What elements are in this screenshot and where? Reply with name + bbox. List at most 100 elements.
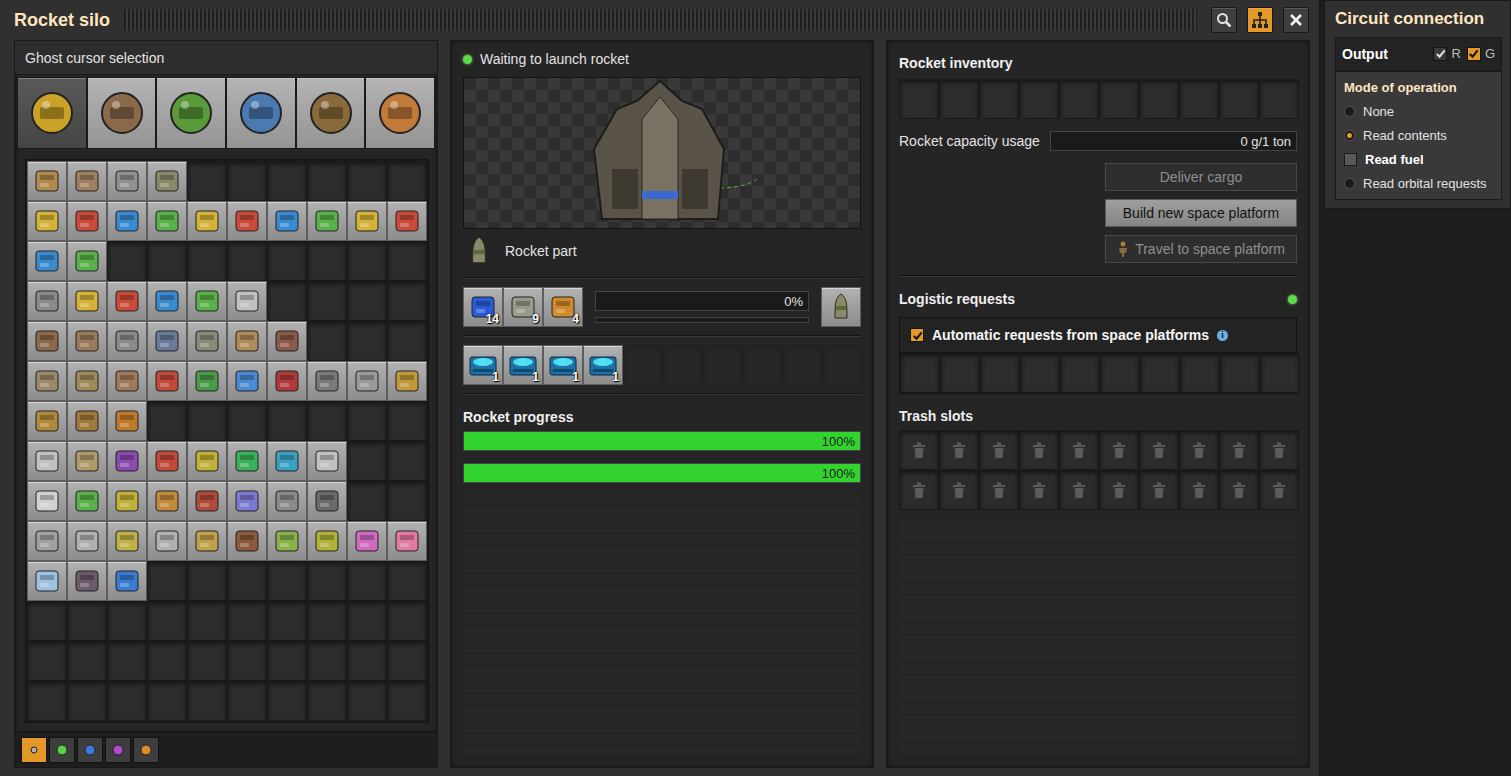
action-button[interactable]: Deliver cargo xyxy=(1105,163,1297,191)
close-button[interactable] xyxy=(1283,7,1309,33)
item-slot[interactable] xyxy=(187,161,227,201)
trash-slot[interactable] xyxy=(939,430,979,470)
mode-option[interactable]: Read orbital requests xyxy=(1344,171,1493,195)
item-slot[interactable] xyxy=(267,441,307,481)
inventory-slot[interactable] xyxy=(939,79,979,119)
mode-option[interactable]: Read contents xyxy=(1344,123,1493,147)
mode-option[interactable]: Read fuel xyxy=(1344,147,1493,171)
drag-handle[interactable] xyxy=(124,9,1197,31)
item-slot[interactable] xyxy=(227,521,267,561)
request-slot[interactable] xyxy=(1140,353,1180,393)
module-slot[interactable]: 1 xyxy=(543,345,583,385)
item-slot[interactable] xyxy=(67,201,107,241)
item-slot[interactable] xyxy=(347,641,387,681)
item-slot[interactable] xyxy=(27,321,67,361)
item-slot[interactable] xyxy=(187,241,227,281)
item-slot[interactable] xyxy=(107,561,147,601)
trash-slot[interactable] xyxy=(1019,430,1059,470)
quality-button[interactable] xyxy=(105,737,131,763)
item-slot[interactable] xyxy=(187,201,227,241)
module-slot[interactable]: 1 xyxy=(503,345,543,385)
item-slot[interactable] xyxy=(307,401,347,441)
item-slot[interactable] xyxy=(227,321,267,361)
request-slot[interactable] xyxy=(900,353,940,393)
item-slot[interactable] xyxy=(267,281,307,321)
item-slot[interactable] xyxy=(107,401,147,441)
item-slot[interactable] xyxy=(347,321,387,361)
item-slot[interactable] xyxy=(267,641,307,681)
trash-slot[interactable] xyxy=(1099,430,1139,470)
title-bar[interactable]: Rocket silo xyxy=(14,0,1309,40)
trash-slot[interactable] xyxy=(1219,470,1259,510)
request-slot[interactable] xyxy=(1060,353,1100,393)
item-slot[interactable] xyxy=(187,441,227,481)
module-slot[interactable] xyxy=(623,345,663,385)
ingredient-slot[interactable]: 14 xyxy=(463,287,503,327)
item-slot[interactable] xyxy=(387,161,427,201)
item-slot[interactable] xyxy=(67,241,107,281)
item-slot[interactable] xyxy=(27,161,67,201)
item-slot[interactable] xyxy=(307,361,347,401)
item-slot[interactable] xyxy=(387,481,427,521)
item-slot[interactable] xyxy=(27,361,67,401)
inventory-slot[interactable] xyxy=(979,79,1019,119)
item-slot[interactable] xyxy=(227,601,267,641)
item-slot[interactable] xyxy=(307,481,347,521)
trash-slot[interactable] xyxy=(939,470,979,510)
item-slot[interactable] xyxy=(67,321,107,361)
item-slot[interactable] xyxy=(27,201,67,241)
item-slot[interactable] xyxy=(267,601,307,641)
request-slot[interactable] xyxy=(1220,353,1260,393)
request-slot[interactable] xyxy=(980,353,1020,393)
item-slot[interactable] xyxy=(387,281,427,321)
category-tab[interactable] xyxy=(296,77,366,149)
module-slot[interactable] xyxy=(783,345,823,385)
item-slot[interactable] xyxy=(107,361,147,401)
mode-option[interactable]: None xyxy=(1344,99,1493,123)
item-slot[interactable] xyxy=(227,681,267,721)
wire-toggle[interactable]: R xyxy=(1433,46,1460,61)
item-slot[interactable] xyxy=(267,481,307,521)
inventory-slot[interactable] xyxy=(1059,79,1099,119)
item-slot[interactable] xyxy=(267,521,307,561)
action-button[interactable]: Travel to space platform xyxy=(1105,235,1297,263)
item-slot[interactable] xyxy=(27,241,67,281)
module-slot[interactable]: 1 xyxy=(583,345,623,385)
action-button[interactable]: Build new space platform xyxy=(1105,199,1297,227)
item-slot[interactable] xyxy=(67,161,107,201)
item-slot[interactable] xyxy=(67,361,107,401)
recipe-row[interactable]: Rocket part xyxy=(451,229,873,273)
item-slot[interactable] xyxy=(267,561,307,601)
item-slot[interactable] xyxy=(187,601,227,641)
item-slot[interactable] xyxy=(387,361,427,401)
auto-requests-checkbox[interactable] xyxy=(910,328,924,342)
item-slot[interactable] xyxy=(387,201,427,241)
item-slot[interactable] xyxy=(27,681,67,721)
trash-slot[interactable] xyxy=(1259,470,1299,510)
item-slot[interactable] xyxy=(147,401,187,441)
item-slot[interactable] xyxy=(147,641,187,681)
trash-slot[interactable] xyxy=(1099,470,1139,510)
inventory-slot[interactable] xyxy=(1139,79,1179,119)
item-slot[interactable] xyxy=(307,321,347,361)
item-slot[interactable] xyxy=(147,201,187,241)
item-slot[interactable] xyxy=(387,441,427,481)
item-slot[interactable] xyxy=(27,521,67,561)
item-slot[interactable] xyxy=(227,401,267,441)
item-slot[interactable] xyxy=(347,161,387,201)
output-slot[interactable] xyxy=(821,287,861,327)
item-slot[interactable] xyxy=(27,481,67,521)
item-slot[interactable] xyxy=(387,521,427,561)
item-slot[interactable] xyxy=(67,561,107,601)
item-slot[interactable] xyxy=(147,481,187,521)
category-tab[interactable] xyxy=(17,77,87,149)
item-slot[interactable] xyxy=(267,321,307,361)
item-slot[interactable] xyxy=(347,561,387,601)
item-slot[interactable] xyxy=(27,561,67,601)
item-slot[interactable] xyxy=(307,441,347,481)
inventory-slot[interactable] xyxy=(1179,79,1219,119)
module-slot[interactable] xyxy=(663,345,703,385)
item-slot[interactable] xyxy=(307,521,347,561)
item-slot[interactable] xyxy=(307,681,347,721)
request-slot[interactable] xyxy=(1180,353,1220,393)
